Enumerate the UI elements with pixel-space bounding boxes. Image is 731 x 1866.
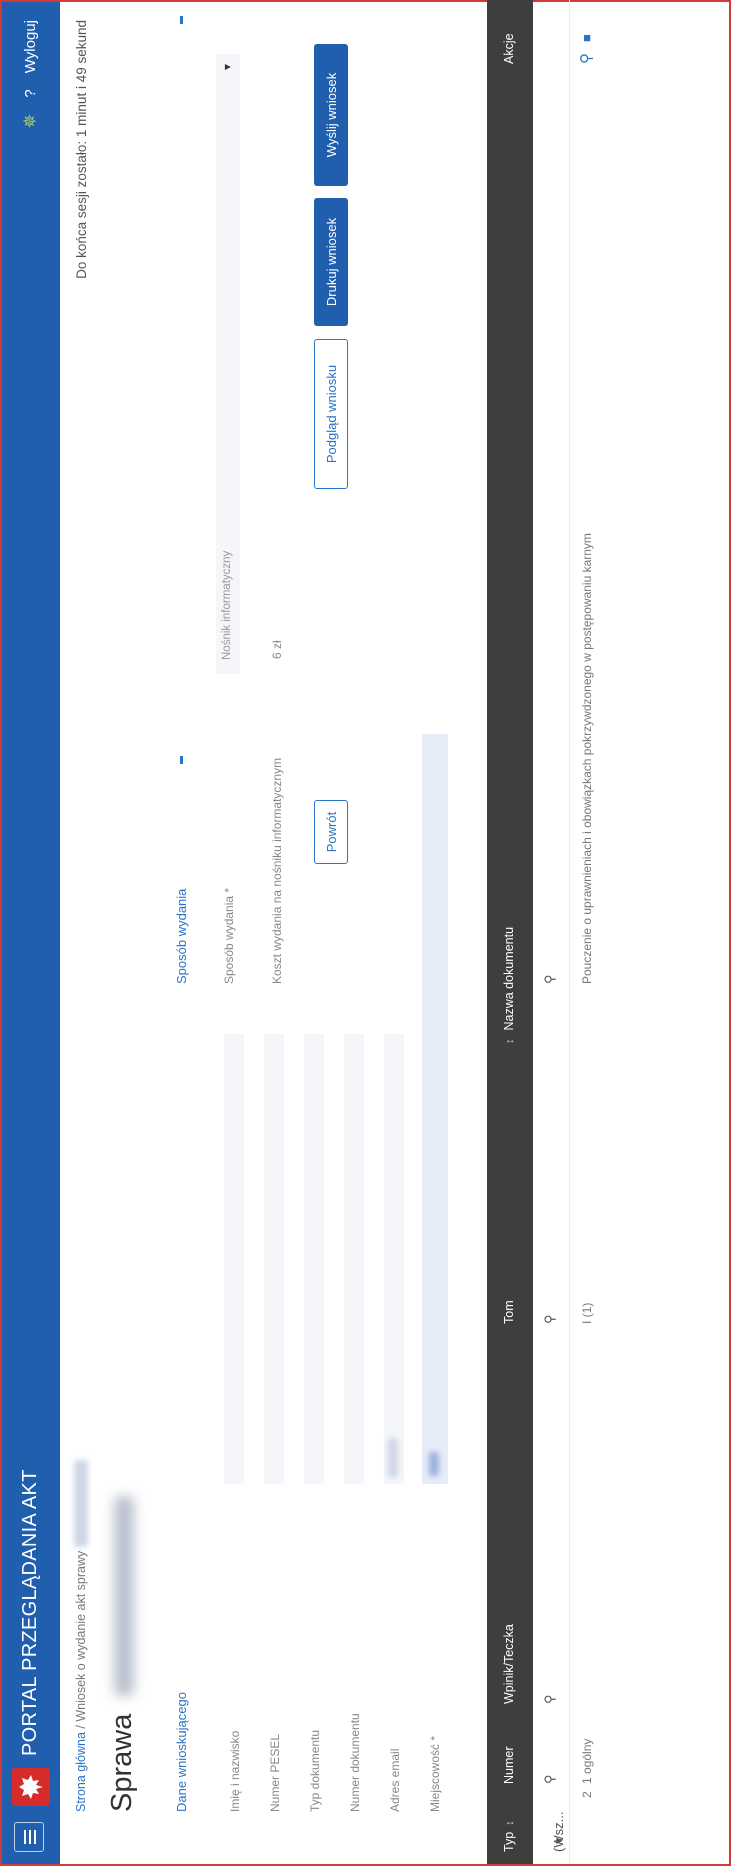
field-label-city: Miejscowość *: [428, 1735, 442, 1812]
column-folder[interactable]: Wpinik/Teczka: [502, 1624, 516, 1704]
sort-icon: ↕: [504, 1038, 516, 1045]
settings-gear-icon[interactable]: ✵: [20, 114, 41, 129]
redacted-case-signature: [114, 1496, 134, 1696]
page-title: Sprawa: [106, 1713, 138, 1812]
delivery-cost-value: 6 zł: [270, 640, 284, 659]
column-actions: Akcje: [502, 33, 516, 64]
session-timer: Do końca sesji zostało: 1 minut i 49 sek…: [74, 20, 89, 279]
sort-icon: ↕: [504, 1820, 516, 1826]
email-field: [384, 1034, 404, 1484]
view-document-search-icon[interactable]: ⚲: [577, 53, 595, 64]
row-volume: I (1): [580, 1302, 594, 1324]
delivery-method-value: Nośnik informatyczny: [221, 550, 233, 660]
table-row: 2 1 ogólny I (1) Pouczenie o uprawnienia…: [569, 0, 606, 1864]
menu-button[interactable]: [14, 1822, 44, 1852]
breadcrumb: Strona główna / Wniosek o wydanie akt sp…: [74, 1459, 88, 1812]
name-field: [224, 1034, 244, 1484]
doc-type-field: [304, 1034, 324, 1484]
delivery-section-heading: Sposób wydania: [174, 888, 189, 984]
folder-search-icon[interactable]: ⚲: [542, 1694, 558, 1704]
name-search-icon[interactable]: ⚲: [542, 974, 558, 984]
field-label-name: Imię i nazwisko: [228, 1730, 242, 1812]
field-label-doc-number: Numer dokumentu: [348, 1713, 362, 1812]
applicant-collapse-icon[interactable]: [180, 756, 183, 764]
column-type[interactable]: Typ↕: [502, 1820, 516, 1852]
app-title: PORTAL PRZEGLĄDANIA AKT: [19, 1469, 41, 1756]
volume-search-icon[interactable]: ⚲: [542, 1314, 558, 1324]
pesel-field: [264, 1034, 284, 1484]
chevron-down-icon: ▾: [220, 64, 234, 71]
preview-button[interactable]: Podgląd wniosku: [314, 339, 348, 489]
applicant-section-heading: Dane wnioskującego: [174, 1692, 189, 1812]
delivery-method-label: Sposób wydania *: [222, 887, 236, 984]
delivery-method-select[interactable]: Nośnik informatyczny ▾: [216, 54, 240, 674]
city-input[interactable]: [422, 734, 448, 1484]
filter-row: (Wsz... ▾ ⚲ ⚲ ⚲ ⚲: [542, 974, 566, 1852]
logout-link[interactable]: Wyloguj: [22, 20, 39, 73]
field-label-pesel: Numer PESEL: [268, 1733, 282, 1812]
top-bar: PORTAL PRZEGLĄDANIA AKT ✵ ? Wyloguj: [2, 2, 60, 1864]
eagle-logo-icon: [12, 1768, 50, 1806]
table-header: Typ↕ Numer Wpinik/Teczka Tom ↕Nazwa doku…: [487, 0, 533, 1864]
field-label-doc-type: Typ dokumentu: [308, 1729, 322, 1812]
doc-number-field: [344, 1034, 364, 1484]
page: PORTAL PRZEGLĄDANIA AKT ✵ ? Wyloguj Stro…: [0, 0, 731, 1866]
breadcrumb-home-link[interactable]: Strona główna: [74, 1732, 88, 1812]
delete-trash-icon[interactable]: ■: [579, 34, 594, 42]
help-icon[interactable]: ?: [22, 89, 39, 97]
row-number: 2: [580, 1791, 594, 1798]
delivery-collapse-icon[interactable]: [180, 16, 183, 24]
column-document-name[interactable]: ↕Nazwa dokumentu: [502, 927, 516, 1044]
row-document-name: Pouczenie o uprawnieniach i obowiązkach …: [580, 533, 594, 984]
field-label-email: Adres email: [388, 1748, 402, 1812]
delivery-cost-label: Koszt wydania na nośniku informatycznym: [270, 757, 284, 984]
print-button[interactable]: Drukuj wniosek: [314, 198, 348, 326]
row-folder: 1 ogólny: [580, 1738, 594, 1784]
breadcrumb-current: Wniosek o wydanie akt sprawy: [74, 1550, 88, 1722]
breadcrumb-separator: /: [74, 1725, 88, 1729]
back-button[interactable]: Powrót: [314, 800, 348, 864]
send-button[interactable]: Wyślij wniosek: [314, 44, 348, 186]
redacted-case-number: xxxxxxxxxxxxxx: [74, 1459, 88, 1548]
column-volume[interactable]: Tom: [502, 1300, 516, 1324]
number-search-icon[interactable]: ⚲: [542, 1774, 558, 1784]
column-number[interactable]: Numer: [502, 1746, 516, 1784]
